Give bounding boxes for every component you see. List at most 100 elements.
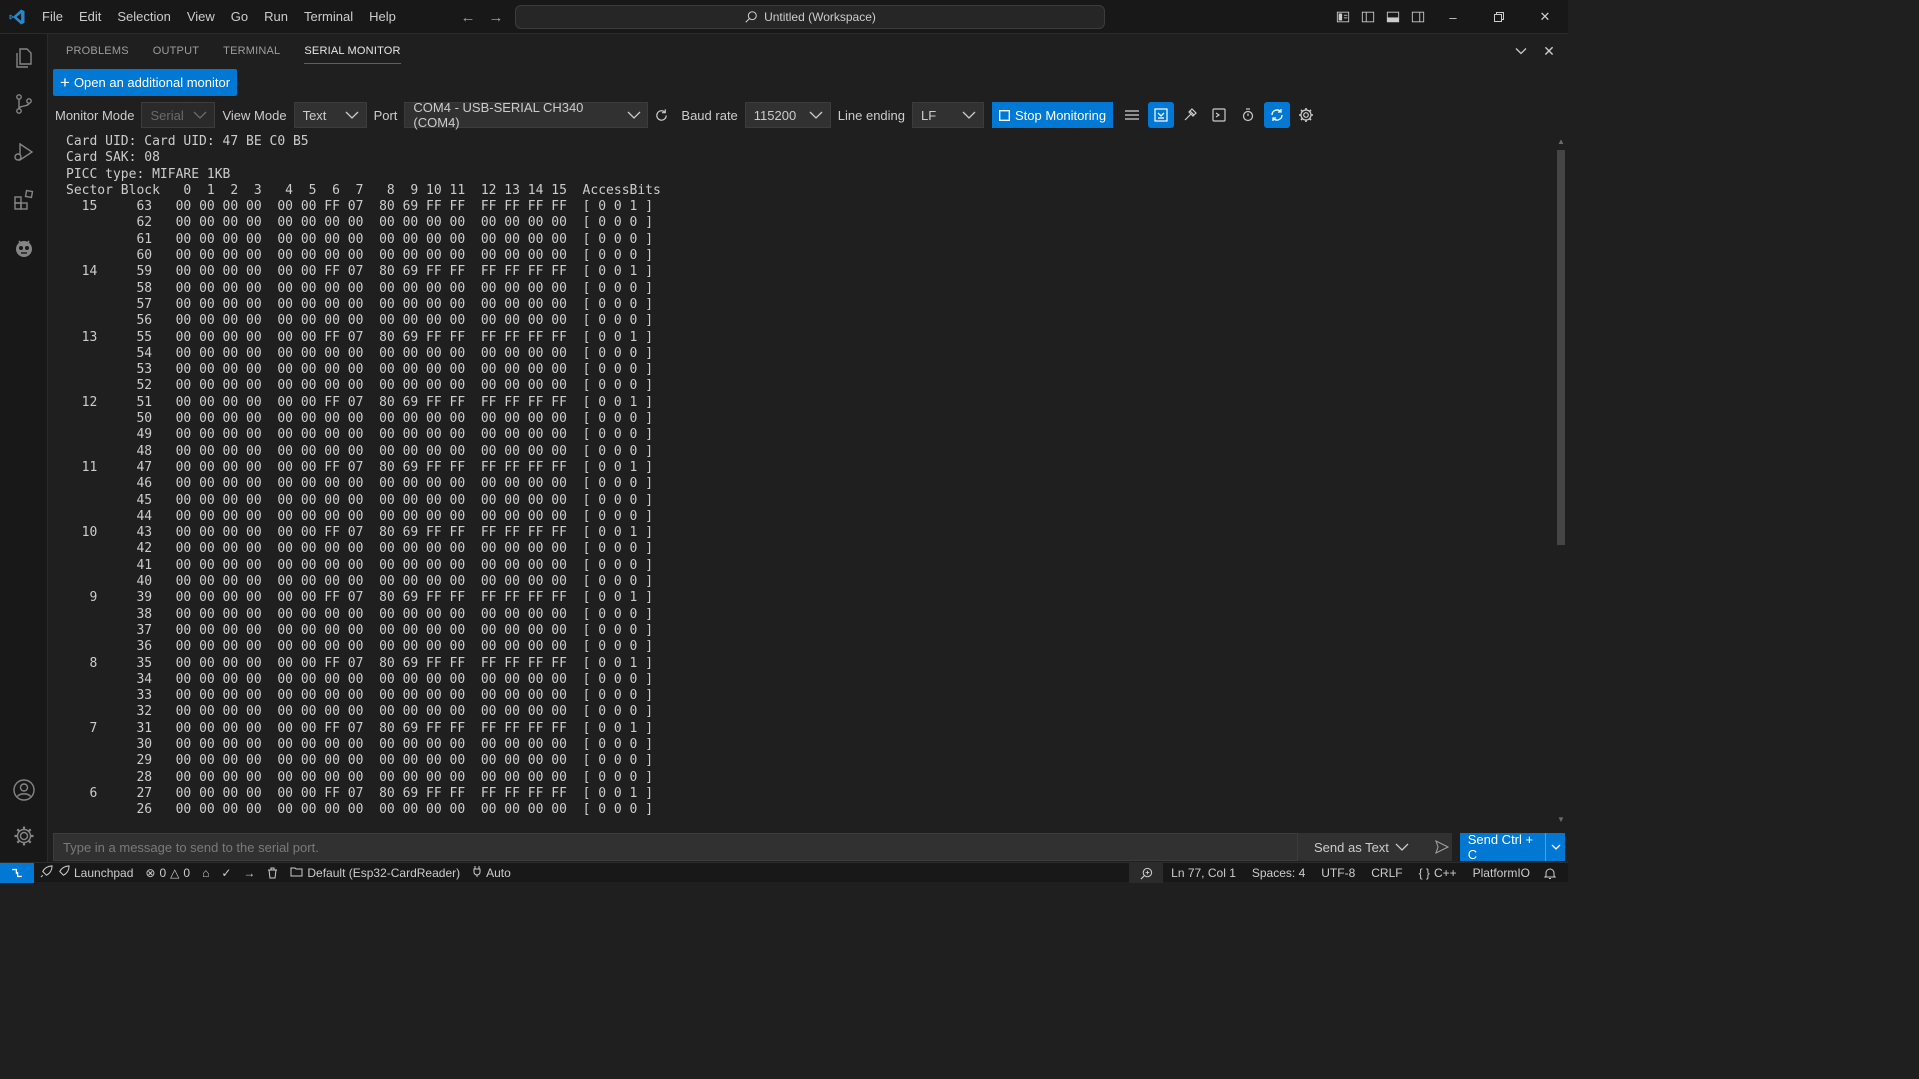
rocket-icon: [57, 864, 70, 881]
command-center[interactable]: Untitled (Workspace): [515, 5, 1105, 29]
monitor-mode-select[interactable]: Serial: [141, 102, 216, 128]
stop-monitoring-label: Stop Monitoring: [1015, 107, 1107, 123]
toggle-secondary-sidebar-icon[interactable]: [1405, 0, 1430, 34]
toggle-terminal-icon[interactable]: [1206, 102, 1232, 128]
close-window-icon[interactable]: ✕: [1522, 0, 1568, 34]
tab-terminal[interactable]: TERMINAL: [211, 34, 292, 68]
menu-file[interactable]: File: [34, 0, 71, 34]
platformio-clean-trash-icon[interactable]: [261, 863, 284, 883]
port-auto-button[interactable]: Auto: [466, 863, 517, 883]
platformio-upload-icon[interactable]: →: [237, 863, 261, 883]
line-ending-select[interactable]: LF: [912, 102, 985, 128]
dump-row: 46 00 00 00 00 00 00 00 00 00 00 00 00 0…: [66, 476, 1546, 492]
send-arrow-icon[interactable]: [1432, 833, 1452, 861]
output-line: PICC type: MIFARE 1KB: [66, 166, 231, 182]
forward-arrow-icon[interactable]: →: [486, 7, 506, 27]
refresh-ports-icon[interactable]: [648, 102, 674, 128]
dump-row: 8 35 00 00 00 00 00 00 FF 07 80 69 FF FF…: [66, 656, 1546, 672]
dump-sector: [66, 737, 97, 752]
chevron-down-icon: [961, 107, 977, 123]
activity-bar: [0, 34, 48, 862]
dump-data: 00 00 00 00 00 00 00 00 00 00 00 00 00 0…: [152, 704, 567, 720]
dump-block: 49: [97, 427, 153, 443]
chevron-down-icon: [344, 107, 360, 123]
toggle-autoscroll-icon[interactable]: [1148, 102, 1175, 128]
menu-help[interactable]: Help: [361, 0, 404, 34]
accounts-icon[interactable]: [0, 766, 48, 814]
language-mode[interactable]: { } C++: [1411, 863, 1465, 883]
menu-selection[interactable]: Selection: [109, 0, 178, 34]
dump-access-bits: [ 0 0 0 ]: [566, 639, 654, 655]
platformio-icon[interactable]: [0, 224, 48, 272]
scroll-down-arrow-icon[interactable]: ▼: [1557, 816, 1565, 824]
dump-data: 00 00 00 00 00 00 00 00 00 00 00 00 00 0…: [152, 215, 567, 231]
baud-rate-select[interactable]: 115200: [744, 102, 831, 128]
scroll-thumb[interactable]: [1557, 150, 1565, 545]
dump-block: 59: [97, 264, 153, 280]
dump-data: 00 00 00 00 00 00 00 00 00 00 00 00 00 0…: [152, 671, 567, 687]
tab-problems[interactable]: PROBLEMS: [54, 34, 141, 68]
dump-data: 00 00 00 00 00 00 00 00 00 00 00 00 00 0…: [152, 443, 567, 459]
platformio-build-icon[interactable]: ✓: [215, 863, 237, 883]
dump-sector: 8: [66, 655, 98, 671]
customize-layout-icon[interactable]: [1330, 0, 1355, 34]
port-select[interactable]: COM4 - USB-SERIAL CH340 (COM4): [404, 100, 649, 130]
environment-label: Default (Esp32-CardReader): [307, 865, 461, 880]
menu-run[interactable]: Run: [256, 0, 296, 34]
extensions-icon[interactable]: [0, 176, 48, 224]
search-icon: [745, 11, 757, 23]
back-arrow-icon[interactable]: ←: [458, 7, 478, 27]
menu-bar: File Edit Selection View Go Run Terminal…: [34, 0, 404, 34]
run-debug-icon[interactable]: [0, 128, 48, 176]
toggle-panel-icon[interactable]: [1380, 0, 1405, 34]
menu-terminal[interactable]: Terminal: [296, 0, 361, 34]
source-control-icon[interactable]: [0, 80, 48, 128]
menu-edit[interactable]: Edit: [71, 0, 109, 34]
eol-status[interactable]: CRLF: [1363, 863, 1410, 883]
scroll-up-arrow-icon[interactable]: ▲: [1557, 138, 1565, 146]
view-mode-select[interactable]: Text: [293, 102, 367, 128]
clear-output-icon[interactable]: [1177, 102, 1203, 128]
dump-row: 56 00 00 00 00 00 00 00 00 00 00 00 00 0…: [66, 313, 1546, 329]
project-environment-button[interactable]: Default (Esp32-CardReader): [284, 863, 466, 883]
send-mode-select[interactable]: Send as Text: [1298, 833, 1433, 861]
dump-block: 28: [97, 769, 153, 785]
minimize-icon[interactable]: –: [1430, 0, 1476, 34]
send-ctrl-c-button[interactable]: Send Ctrl + C: [1459, 832, 1546, 862]
platformio-home-icon[interactable]: ⌂: [196, 863, 215, 883]
menu-view[interactable]: View: [179, 0, 223, 34]
manage-gear-icon[interactable]: [0, 812, 48, 860]
dump-data: 00 00 00 00 00 00 00 00 00 00 00 00 00 0…: [152, 296, 567, 312]
restore-icon[interactable]: [1476, 0, 1522, 34]
serial-message-input[interactable]: [53, 833, 1298, 861]
remote-window-icon[interactable]: [0, 862, 34, 883]
notifications-bell-icon[interactable]: [1538, 863, 1562, 883]
close-panel-icon[interactable]: ✕: [1540, 42, 1558, 60]
indentation-status[interactable]: Spaces: 4: [1244, 863, 1313, 883]
settings-gear-icon[interactable]: [1293, 102, 1319, 128]
open-additional-monitor-button[interactable]: + Open an additional monitor: [53, 69, 238, 96]
stop-monitoring-button[interactable]: Stop Monitoring: [992, 102, 1114, 128]
explorer-icon[interactable]: [0, 34, 48, 82]
launchpad-button[interactable]: Launchpad: [34, 863, 139, 883]
chevron-down-icon: [192, 107, 208, 123]
rocket-icon: [40, 864, 53, 881]
menu-go[interactable]: Go: [223, 0, 256, 34]
zoom-icon[interactable]: [1129, 863, 1164, 883]
cursor-position[interactable]: Ln 77, Col 1: [1163, 863, 1244, 883]
dump-block: 44: [97, 508, 153, 524]
tab-output[interactable]: OUTPUT: [141, 34, 211, 68]
send-options-dropdown[interactable]: [1545, 833, 1566, 861]
auto-reconnect-icon[interactable]: [1264, 102, 1291, 128]
dump-data: 00 00 00 00 00 00 00 00 00 00 00 00 00 0…: [152, 362, 567, 378]
dump-data: 00 00 00 00 00 00 FF 07 80 69 FF FF FF F…: [152, 459, 567, 475]
encoding-status[interactable]: UTF-8: [1313, 863, 1363, 883]
word-wrap-icon[interactable]: [1119, 102, 1145, 128]
problems-status[interactable]: ⊗ 0 △ 0: [139, 863, 196, 883]
tab-serial-monitor[interactable]: SERIAL MONITOR: [292, 34, 412, 68]
platformio-status[interactable]: PlatformIO: [1465, 863, 1538, 883]
toggle-primary-sidebar-icon[interactable]: [1355, 0, 1380, 34]
output-scrollbar[interactable]: ▲ ▼: [1554, 134, 1568, 826]
timestamp-icon[interactable]: [1235, 102, 1261, 128]
maximize-panel-chevron-icon[interactable]: [1512, 42, 1530, 60]
